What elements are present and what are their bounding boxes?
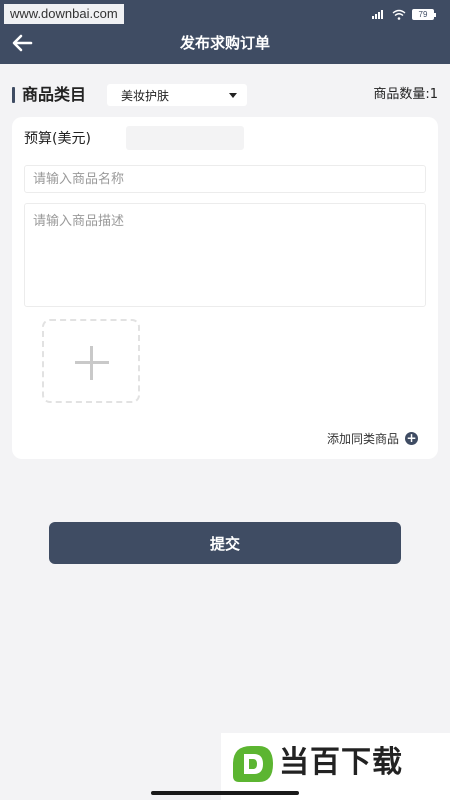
logo-text: 当百下载 bbox=[279, 745, 403, 780]
add-similar-product-button[interactable]: 添加同类商品 + bbox=[327, 429, 418, 447]
signal-icon bbox=[372, 10, 383, 19]
submit-button[interactable]: 提交 bbox=[49, 522, 401, 564]
brand-logo: 当百下载 bbox=[221, 733, 450, 800]
caret-down-icon bbox=[229, 92, 237, 98]
product-form-card: 预算(美元) 添加同类商品 + bbox=[12, 117, 438, 459]
category-accent-bar bbox=[12, 87, 15, 103]
home-indicator bbox=[151, 791, 299, 795]
category-label: 商品类目 bbox=[22, 85, 87, 104]
product-description-input[interactable] bbox=[24, 203, 426, 307]
budget-input[interactable] bbox=[126, 126, 244, 150]
plus-circle-icon: + bbox=[405, 430, 418, 445]
wifi-icon bbox=[392, 9, 406, 20]
watermark: www.downbai.com bbox=[4, 4, 124, 24]
add-similar-label: 添加同类商品 bbox=[326, 431, 399, 446]
product-name-input[interactable] bbox=[24, 165, 426, 193]
status-icons: 79 bbox=[372, 8, 436, 20]
product-quantity: 商品数量:1 bbox=[373, 87, 438, 102]
logo-d-icon bbox=[233, 746, 273, 782]
status-bar: www.downbai.com 79 bbox=[0, 0, 450, 26]
category-dropdown[interactable]: 美妆护肤 bbox=[107, 84, 247, 106]
battery-icon: 79 bbox=[412, 8, 436, 20]
app-header: www.downbai.com 79 发布求购订单 bbox=[0, 0, 450, 64]
budget-label: 预算(美元) bbox=[24, 131, 91, 147]
image-upload-button[interactable] bbox=[42, 319, 140, 403]
page-title: 发布求购订单 bbox=[179, 34, 270, 52]
category-row: 商品类目 美妆护肤 商品数量:1 bbox=[12, 84, 438, 108]
category-selected-value: 美妆护肤 bbox=[121, 88, 170, 103]
